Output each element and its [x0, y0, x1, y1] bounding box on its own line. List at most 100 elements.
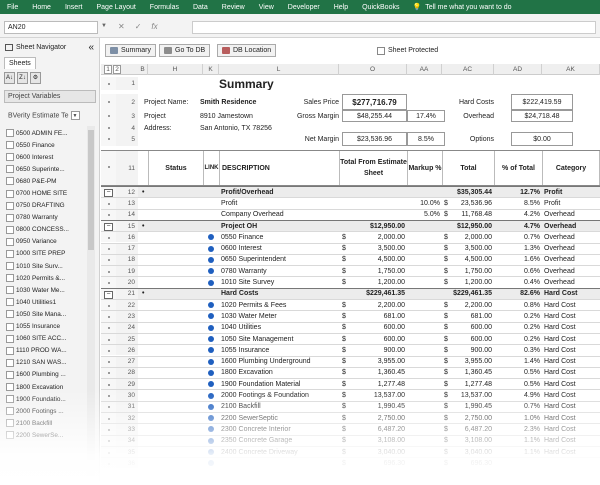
column-header-b[interactable]: B [138, 64, 148, 75]
name-box[interactable]: AN20 [4, 21, 98, 34]
link-dot[interactable] [208, 449, 214, 456]
sheet-checkbox[interactable] [6, 237, 14, 246]
row-number[interactable]: 26 [116, 345, 138, 356]
sheet-list-item[interactable]: 0680 P&E-PM [6, 175, 86, 187]
link-dot[interactable] [208, 426, 214, 433]
sheet-checkbox[interactable] [6, 322, 14, 331]
link-indicator-icon[interactable] [203, 266, 219, 276]
sheet-checkbox[interactable] [6, 395, 14, 404]
sheet-list-item[interactable]: 2200 SewerSe... [6, 429, 86, 441]
link-dot[interactable] [208, 347, 214, 354]
link-indicator-icon[interactable] [203, 402, 219, 412]
column-header-o[interactable]: O [339, 64, 407, 75]
collapse-navigator-button[interactable]: « [88, 42, 94, 53]
link-indicator-icon[interactable] [203, 357, 219, 367]
sheet-list-item[interactable]: 1030 Water Me... [6, 284, 86, 296]
ribbon-tab-review[interactable]: Review [215, 4, 252, 11]
link-dot[interactable] [208, 234, 214, 241]
sheet-protected-checkbox[interactable] [377, 47, 385, 55]
db-location-button[interactable]: DB Location [217, 44, 277, 57]
link-dot[interactable] [208, 381, 214, 388]
link-dot[interactable] [208, 302, 214, 309]
sheet-list-item[interactable]: 0950 Variance [6, 236, 86, 248]
sheet-list-item[interactable]: 1010 Site Surv... [6, 260, 86, 272]
sheet-checkbox[interactable] [6, 358, 14, 367]
column-header-l[interactable]: L [219, 64, 339, 75]
sheet-checkbox[interactable] [6, 262, 14, 271]
link-indicator-icon[interactable] [203, 368, 219, 378]
column-header-ad[interactable]: AD [494, 64, 542, 75]
row-number[interactable]: 34 [116, 435, 138, 446]
sheet-list-item[interactable]: 1000 SITE PREP [6, 248, 86, 260]
row-number[interactable]: 3 [116, 110, 138, 122]
group-level-1-button[interactable]: 1 [104, 65, 112, 74]
link-indicator-icon[interactable] [203, 390, 219, 400]
ribbon-tab-home[interactable]: Home [25, 4, 58, 11]
dropdown-arrow-icon[interactable]: ▼ [70, 111, 80, 120]
sheet-checkbox[interactable] [6, 153, 14, 162]
sheet-list-item[interactable]: 0780 Warranty [6, 212, 86, 224]
row-number[interactable]: 13 [116, 198, 138, 209]
link-indicator-icon[interactable] [203, 379, 219, 389]
column-header-k[interactable]: K [203, 64, 219, 75]
column-header-ak[interactable]: AK [542, 64, 600, 75]
column-header-aa[interactable]: AA [407, 64, 442, 75]
sheet-list-item[interactable]: 1020 Permits &... [6, 272, 86, 284]
name-box-dropdown-icon[interactable]: ▼ [101, 23, 107, 29]
link-dot[interactable] [208, 403, 214, 410]
sheet-checkbox[interactable] [6, 201, 14, 210]
link-indicator-icon[interactable] [203, 277, 219, 287]
link-indicator-icon[interactable] [203, 436, 219, 446]
row-number[interactable]: 36 [116, 458, 138, 469]
row-number[interactable]: 25 [116, 333, 138, 345]
row-number[interactable]: 22 [116, 300, 138, 311]
sheet-list-item[interactable]: 1600 Plumbing ... [6, 369, 86, 381]
ribbon-tab-file[interactable]: File [0, 4, 25, 11]
row-number[interactable]: 16 [116, 232, 138, 243]
link-indicator-icon[interactable] [203, 300, 219, 310]
sheet-checkbox[interactable] [6, 141, 14, 150]
link-indicator-icon[interactable] [203, 413, 219, 423]
cancel-formula-icon[interactable]: ✕ [118, 22, 125, 31]
ribbon-tab-page-layout[interactable]: Page Layout [89, 4, 142, 11]
sort-az-icon[interactable]: A↓ [4, 72, 15, 84]
link-dot[interactable] [208, 336, 214, 343]
ribbon-tab-data[interactable]: Data [186, 4, 215, 11]
navigator-scrollbar[interactable] [87, 126, 95, 476]
sheet-list-item[interactable]: 1800 Excavation [6, 381, 86, 393]
sheet-checkbox[interactable] [6, 189, 14, 198]
sheet-checkbox[interactable] [6, 177, 14, 186]
sheet-list-item[interactable]: 1210 SAN WAS... [6, 357, 86, 369]
sheet-checkbox[interactable] [6, 346, 14, 355]
row-number[interactable]: 21 [116, 288, 138, 299]
sort-za-icon[interactable]: Z↓ [17, 72, 28, 84]
link-indicator-icon[interactable] [203, 323, 219, 333]
sheet-list-item[interactable]: 1110 PROD WA... [6, 345, 86, 357]
row-number[interactable]: 31 [116, 401, 138, 412]
sheet-list-item[interactable]: 1060 SITE ACC... [6, 333, 86, 345]
row-number[interactable]: 23 [116, 311, 138, 322]
row-number[interactable]: 15 [116, 220, 138, 232]
link-indicator-icon[interactable] [203, 424, 219, 434]
link-indicator-icon[interactable] [203, 345, 219, 355]
row-number[interactable]: 19 [116, 266, 138, 277]
row-number[interactable]: 1 [116, 77, 138, 90]
link-dot[interactable] [208, 245, 214, 252]
row-number[interactable]: 11 [116, 151, 138, 185]
link-indicator-icon[interactable] [203, 334, 219, 344]
sheet-checkbox[interactable] [6, 383, 14, 392]
link-dot[interactable] [208, 415, 214, 422]
sheet-list-item[interactable]: 0550 Finance [6, 139, 86, 151]
formula-input[interactable] [192, 21, 596, 34]
estimate-template-dropdown[interactable]: BVerity Estimate Te ▼ [8, 111, 80, 120]
link-dot[interactable] [208, 358, 214, 365]
sheet-checkbox[interactable] [6, 165, 14, 174]
sheet-list-item[interactable]: 0600 Interest [6, 151, 86, 163]
link-dot[interactable] [208, 279, 214, 286]
tell-me-box[interactable]: 💡 Tell me what you want to do [412, 3, 511, 12]
row-number[interactable]: 2 [116, 94, 138, 110]
link-dot[interactable] [208, 313, 214, 320]
sheet-list-item[interactable]: 1040 Utilities1 [6, 296, 86, 308]
project-variables-item[interactable]: Project Variables [4, 90, 96, 103]
sheet-list-item[interactable]: 2100 Backfill [6, 417, 86, 429]
